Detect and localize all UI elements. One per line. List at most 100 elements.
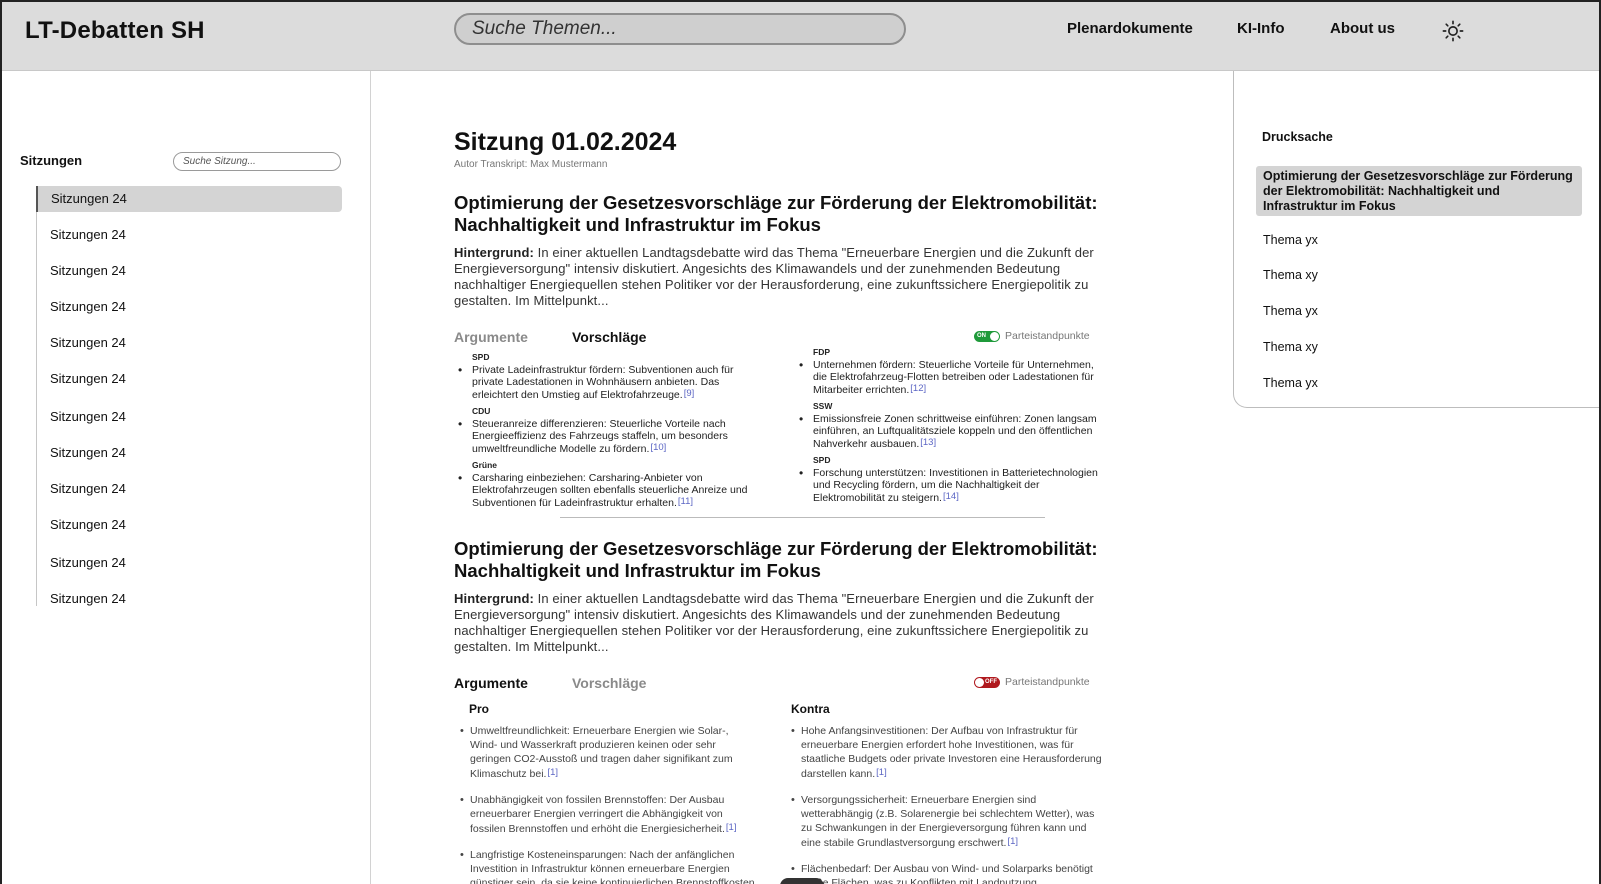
reference-link[interactable]: [12]: [910, 383, 926, 394]
drucksache-item[interactable]: Thema yx: [1256, 376, 1582, 390]
reference-link[interactable]: [11]: [678, 496, 693, 507]
background-label: Hintergrund:: [454, 591, 534, 606]
background-label: Hintergrund:: [454, 245, 534, 260]
party-label: SPD: [813, 455, 831, 465]
argument-item: Langfristige Kosteneinsparungen: Nach de…: [460, 848, 755, 884]
proposal-text: Steueranreize differenzieren: Steuerlich…: [472, 418, 728, 455]
session-list: Sitzungen 24 Sitzungen 24 Sitzungen 24 S…: [36, 186, 342, 606]
session-item[interactable]: Sitzungen 24: [37, 330, 343, 356]
session-item[interactable]: Sitzungen 24: [37, 440, 343, 466]
proposal-item: Private Ladeinfrastruktur fördern: Subve…: [457, 364, 757, 401]
session-item[interactable]: Sitzungen 24: [37, 476, 343, 502]
top-bar: LT-Debatten SH Suche Themen... Plenardok…: [2, 2, 1599, 71]
background-text: In einer aktuellen Landtagsdebatte wird …: [454, 591, 1094, 654]
proposals-right-column: FDP Unternehmen fördern: Steuerliche Vor…: [798, 346, 1103, 508]
topic-title[interactable]: Optimierung der Gesetzesvorschläge zur F…: [454, 538, 1129, 582]
drucksache-title: Drucksache: [1262, 130, 1333, 144]
brand-title[interactable]: LT-Debatten SH: [25, 17, 205, 45]
topic-divider: [560, 517, 1045, 518]
nav-plenardokumente[interactable]: Plenardokumente: [1067, 20, 1193, 37]
topic-title[interactable]: Optimierung der Gesetzesvorschläge zur F…: [454, 192, 1129, 236]
background-text: In einer aktuellen Landtagsdebatte wird …: [454, 245, 1094, 308]
transcript-author: Autor Transkript: Max Mustermann: [454, 159, 608, 170]
proposal-text: Private Ladeinfrastruktur fördern: Subve…: [472, 364, 734, 401]
reference-link[interactable]: [1]: [1007, 836, 1018, 847]
reference-link[interactable]: [10]: [650, 442, 666, 453]
session-item[interactable]: Sitzungen 24: [37, 550, 343, 576]
argument-text: Versorgungssicherheit: Erneuerbare Energ…: [801, 794, 1095, 849]
party-label: SSW: [813, 401, 833, 411]
proposal-text: Emissionsfreie Zonen schrittweise einfüh…: [813, 413, 1097, 450]
toggle-knob: [975, 678, 984, 687]
scroll-indicator[interactable]: [780, 878, 824, 884]
drucksache-item[interactable]: Optimierung der Gesetzesvorschläge zur F…: [1256, 166, 1582, 216]
session-item[interactable]: Sitzungen 24: [37, 294, 343, 320]
session-search-input[interactable]: Suche Sitzung...: [173, 152, 341, 171]
party-label: FDP: [813, 347, 830, 357]
drucksache-item[interactable]: Thema xy: [1256, 340, 1582, 354]
contra-heading: Kontra: [791, 702, 830, 716]
proposal-item: Unternehmen fördern: Steuerliche Vorteil…: [798, 359, 1103, 396]
argument-item: Versorgungssicherheit: Erneuerbare Energ…: [791, 793, 1106, 850]
nav-ki-info[interactable]: KI-Info: [1237, 20, 1284, 37]
argument-item: Unabhängigkeit von fossilen Brennstoffen…: [460, 793, 755, 836]
proposal-item: Steueranreize differenzieren: Steuerlich…: [457, 418, 757, 455]
session-title: Sitzung 01.02.2024: [454, 128, 677, 156]
party-label: SPD: [472, 352, 490, 362]
reference-link[interactable]: [14]: [943, 491, 959, 502]
party-label: CDU: [472, 406, 491, 416]
reference-link[interactable]: [13]: [920, 437, 936, 448]
reference-link[interactable]: [9]: [684, 388, 695, 399]
argument-text: Flächenbedarf: Der Ausbau von Wind- und …: [801, 863, 1093, 884]
topic-background: Hintergrund: In einer aktuellen Landtags…: [454, 245, 1124, 309]
proposal-item: Emissionsfreie Zonen schrittweise einfüh…: [798, 413, 1103, 450]
tab-argumente[interactable]: Argumente: [454, 675, 528, 691]
tab-argumente[interactable]: Argumente: [454, 329, 528, 345]
drucksache-item[interactable]: Thema yx: [1256, 233, 1582, 247]
pro-heading: Pro: [469, 702, 490, 716]
session-item[interactable]: Sitzungen 24: [37, 258, 343, 284]
proposals-left-column: SPD Private Ladeinfrastruktur fördern: S…: [457, 351, 757, 513]
session-item[interactable]: Sitzungen 24: [37, 404, 343, 430]
argument-text: Hohe Anfangsinvestitionen: Der Aufbau vo…: [801, 725, 1102, 780]
reference-link[interactable]: [1]: [547, 767, 558, 778]
app-frame: LT-Debatten SH Suche Themen... Plenardok…: [0, 0, 1601, 884]
reference-link[interactable]: [1]: [876, 767, 887, 778]
argument-item: Flächenbedarf: Der Ausbau von Wind- und …: [791, 862, 1106, 884]
argument-text: Langfristige Kosteneinsparungen: Nach de…: [470, 849, 755, 884]
topic-search-input[interactable]: Suche Themen...: [454, 13, 906, 45]
argument-text: Umweltfreundlichkeit: Erneuerbare Energi…: [470, 725, 733, 780]
toggle-label: Parteistandpunkte: [1005, 330, 1090, 342]
party-label: Grüne: [472, 460, 498, 470]
reference-link[interactable]: [1]: [726, 822, 737, 833]
contra-arguments: Hohe Anfangsinvestitionen: Der Aufbau vo…: [791, 724, 1106, 884]
session-item[interactable]: Sitzungen 24: [37, 222, 343, 248]
toggle-label: Parteistandpunkte: [1005, 676, 1090, 688]
proposal-text: Carsharing einbeziehen: Carsharing-Anbie…: [472, 472, 748, 509]
proposal-text: Unternehmen fördern: Steuerliche Vorteil…: [813, 359, 1094, 396]
toggle-state: OFF: [985, 679, 997, 685]
tab-vorschlaege[interactable]: Vorschläge: [572, 329, 646, 345]
session-item[interactable]: Sitzungen 24: [37, 586, 343, 612]
pro-arguments: Umweltfreundlichkeit: Erneuerbare Energi…: [460, 724, 755, 884]
sun-icon[interactable]: [1442, 20, 1464, 42]
proposal-item: Forschung unterstützen: Investitionen in…: [798, 467, 1103, 504]
proposal-item: Carsharing einbeziehen: Carsharing-Anbie…: [457, 472, 757, 509]
session-item[interactable]: Sitzungen 24: [36, 186, 342, 212]
toggle-state: ON: [977, 333, 986, 339]
argument-item: Umweltfreundlichkeit: Erneuerbare Energi…: [460, 724, 755, 781]
argument-item: Hohe Anfangsinvestitionen: Der Aufbau vo…: [791, 724, 1106, 781]
drucksache-item[interactable]: Thema xy: [1256, 268, 1582, 282]
sessions-sidebar: Sitzungen Suche Sitzung... Sitzungen 24 …: [2, 71, 371, 884]
session-item[interactable]: Sitzungen 24: [37, 366, 343, 392]
sessions-title: Sitzungen: [20, 153, 83, 168]
tab-vorschlaege[interactable]: Vorschläge: [572, 675, 646, 691]
party-positions-toggle[interactable]: ON: [974, 331, 1000, 342]
topic-background: Hintergrund: In einer aktuellen Landtags…: [454, 591, 1124, 655]
session-item[interactable]: Sitzungen 24: [37, 512, 343, 538]
argument-text: Unabhängigkeit von fossilen Brennstoffen…: [470, 794, 725, 835]
party-positions-toggle[interactable]: OFF: [974, 677, 1000, 688]
toggle-knob: [990, 332, 999, 341]
nav-about-us[interactable]: About us: [1330, 20, 1395, 37]
drucksache-item[interactable]: Thema yx: [1256, 304, 1582, 318]
